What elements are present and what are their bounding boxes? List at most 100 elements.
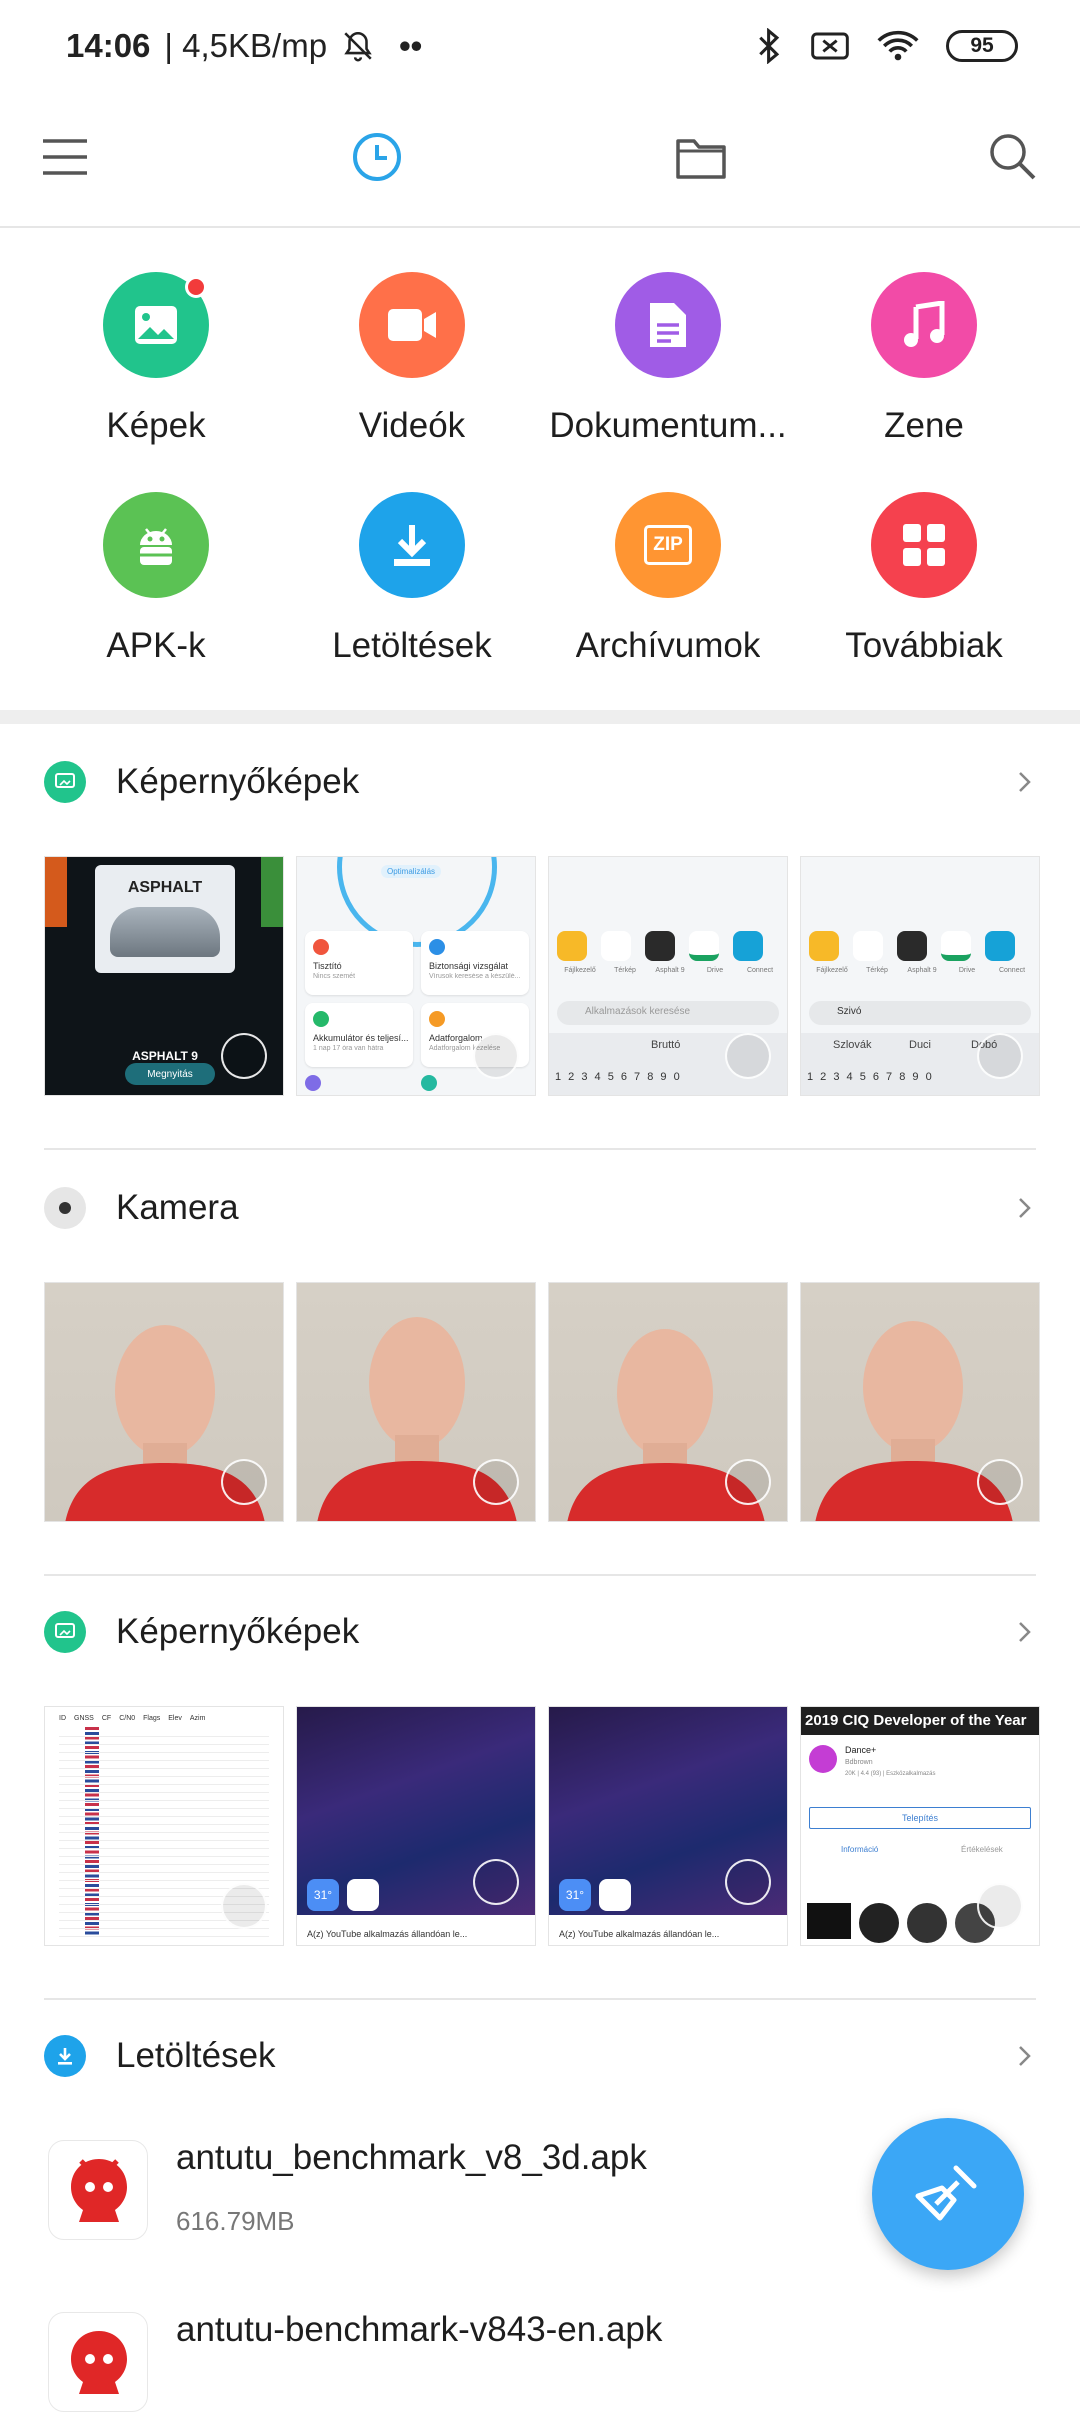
thumbnail-app-search[interactable]: Fájlkezelő Térkép Asphalt 9 Drive Connec… [548,856,788,1096]
music-icon [871,272,977,378]
tool-tile: Biztonsági vizsgálat Vírusok keresése a … [421,931,529,995]
document-icon [615,272,721,378]
category-archives[interactable]: ZIP Archívumok [540,450,796,670]
category-documents[interactable]: Dokumentum... [540,230,796,450]
clock-icon [353,133,401,181]
gnss-col: Flags [143,1715,161,1722]
game-tile [45,857,67,927]
chevron-right-icon [1019,1622,1031,1642]
bell-off-icon [344,31,372,62]
thumbnail-photo[interactable] [548,1282,788,1522]
network-speed: | 4,5KB/mp [164,27,328,64]
tool-title: Biztonsági vizsgálat [429,961,509,971]
select-circle[interactable] [221,1033,267,1079]
app-name: Fájlkezelő [564,967,596,974]
thumbnail-asphalt[interactable]: ASPHALT ASPHALT 9 Megnyitás [44,856,284,1096]
app-name: Connect [746,967,774,974]
select-circle[interactable] [473,1033,519,1079]
thumbnail-row: ASPHALT ASPHALT 9 Megnyitás Optimalizálá… [44,856,1040,1096]
select-circle[interactable] [473,1859,519,1905]
more-icon [871,492,977,598]
search-icon [990,134,1036,180]
select-circle[interactable] [473,1459,519,1505]
game-tile [261,857,283,927]
chevron-right-icon [1019,2046,1031,2066]
category-videos[interactable]: Videók [284,230,540,450]
gnss-col: ID [59,1715,66,1722]
download-icon [44,2035,86,2077]
clean-button[interactable] [872,2118,1024,2270]
thumbnail-photo[interactable] [296,1282,536,1522]
section-separator [0,710,1080,724]
android-icon [103,492,209,598]
category-grid: Képek Videók Dokumentum... Zene APK-k Le… [0,230,1080,710]
category-label: Archívumok [575,626,761,665]
divider [44,1148,1036,1150]
select-circle[interactable] [977,1459,1023,1505]
thumbnail-homescreen[interactable]: 31° A(z) YouTube alkalmazás állandóan le… [548,1706,788,1946]
notification-dots: •• [399,27,423,64]
section-title: Képernyőképek [116,762,360,801]
app-name: Térkép [866,967,888,974]
toast-message: A(z) YouTube alkalmazás állandóan le... [549,1915,787,1945]
thumbnail-homescreen[interactable]: 31° A(z) YouTube alkalmazás állandóan le… [296,1706,536,1946]
menu-button[interactable] [30,122,100,192]
broom-icon [915,2165,977,2221]
thumbnail-photo[interactable] [800,1282,1040,1522]
battery-indicator: 95 [946,30,1018,62]
files-tab[interactable] [666,122,736,192]
category-music[interactable]: Zene [796,230,1052,450]
file-row[interactable]: antutu-benchmark-v843-en.apk [44,2302,1036,2432]
ciq-app-name: Dance+ [845,1745,877,1755]
select-circle[interactable] [725,1859,771,1905]
search-button[interactable] [978,122,1048,192]
ciq-author: Bdbrown [845,1759,873,1766]
select-circle[interactable] [221,1883,267,1929]
select-circle[interactable] [977,1883,1023,1929]
file-name: antutu-benchmark-v843-en.apk [176,2310,663,2349]
app-name: Asphalt 9 [655,967,685,974]
thumbnail-connect-iq[interactable]: 2019 CIQ Developer of the Year Dance+ Bd… [800,1706,1040,1946]
category-apk[interactable]: APK-k [28,450,284,670]
select-circle[interactable] [725,1033,771,1079]
select-circle[interactable] [221,1459,267,1505]
ciq-tab: Értékelések [961,1845,1003,1854]
antutu-app-icon [48,2140,148,2240]
keyboard-digits: 1 2 3 4 5 6 7 8 9 0 [807,1071,932,1083]
section-header[interactable]: Kamera [44,1154,1036,1262]
ciq-tab: Információ [841,1845,879,1854]
select-circle[interactable] [725,1459,771,1505]
thumbnail-photo[interactable] [44,1282,284,1522]
tool-title: Akkumulátor és teljesí... [313,1033,409,1043]
section-header[interactable]: Letöltések [44,2002,1036,2110]
tool-title: Tisztító [313,961,342,971]
category-label: Zene [884,406,964,445]
ciq-banner: 2019 CIQ Developer of the Year [801,1707,1039,1735]
category-images[interactable]: Képek [28,230,284,450]
screenshot-icon [44,1611,86,1653]
section-screenshots-2: Képernyőképek ID GNSS CF C/N0 Flags Elev… [0,1578,1080,1978]
category-downloads[interactable]: Letöltések [284,450,540,670]
app-name: Connect [998,967,1026,974]
category-more[interactable]: Továbbiak [796,450,1052,670]
category-label: APK-k [106,626,206,665]
thumbnail-security[interactable]: Optimalizálás Tisztító Nincs szemét Bizt… [296,856,536,1096]
app-name: Térkép [614,967,636,974]
tool-sub: 1 nap 17 óra van hátra [313,1045,384,1052]
app-name: Drive [958,967,976,974]
thumbnail-app-search-query[interactable]: Fájlkezelő Térkép Asphalt 9 Drive Connec… [800,856,1040,1096]
ciq-install-button: Telepítés [809,1807,1031,1829]
section-title: Kamera [116,1188,239,1227]
file-size: 616.79MB [176,2206,295,2236]
category-label: Képek [106,406,206,445]
section-header[interactable]: Képernyőképek [44,728,1036,836]
thumbnail-gnss-table[interactable]: ID GNSS CF C/N0 Flags Elev Azim [44,1706,284,1946]
status-time: 14:06 [66,27,151,64]
gnss-col: CF [101,1715,112,1722]
select-circle[interactable] [977,1033,1023,1079]
section-header[interactable]: Képernyőképek [44,1578,1036,1686]
tool-sub: Vírusok keresése a készülé... [429,973,521,980]
app-names-row: Fájlkezelő Térkép Asphalt 9 Drive Connec… [557,967,787,974]
weather-widget: 31° [307,1879,339,1911]
recent-tab[interactable] [342,122,412,192]
